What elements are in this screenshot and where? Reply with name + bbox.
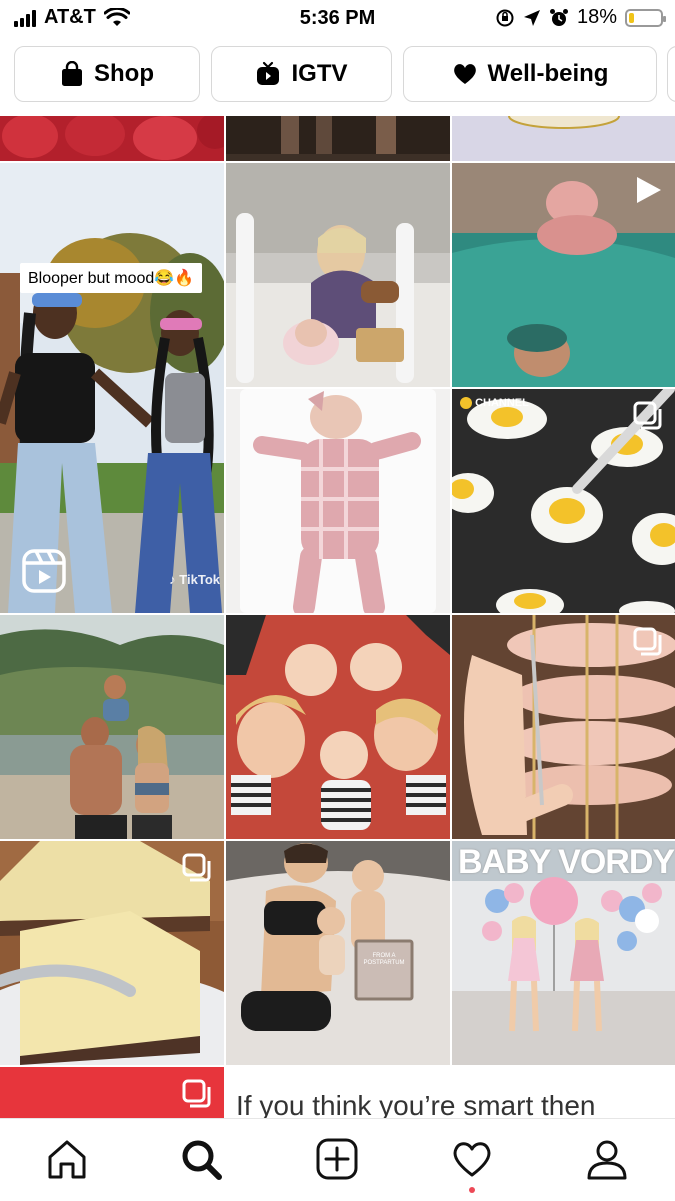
grid-tile-birth-video[interactable] [452,163,675,387]
notification-dot [469,1187,475,1193]
profile-icon [587,1140,627,1180]
reels-icon [22,549,66,593]
channel-logo-icon [460,397,472,410]
bottom-tab-bar [0,1118,675,1201]
video-play-icon [637,177,661,203]
explore-grid: Blooper but mood😂🔥 ♪ TikTok CHANNEL FROM… [0,116,675,1118]
activity-heart-icon [453,1142,491,1177]
channel-label: CHANNEL [475,397,529,409]
alarm-icon [549,8,568,26]
grid-tile-family-lake[interactable] [0,615,224,839]
battery-fill [629,12,634,23]
home-icon [48,1140,86,1179]
tab-home[interactable] [43,1135,91,1183]
grid-tile-gender-reveal[interactable]: BABY VORDY [452,841,675,1065]
tile-image [452,116,675,161]
chip-igtv[interactable]: IGTV [211,46,392,102]
tab-new-post[interactable] [313,1135,361,1183]
carousel-icon [182,853,211,882]
tile-image [226,163,450,387]
chip-next-partial[interactable] [667,46,675,102]
search-icon [182,1140,222,1180]
battery-percent: 18% [576,6,617,28]
letter-board-sign: FROM A POSTPARTUM [363,953,405,966]
grid-tile-postpartum[interactable]: FROM A POSTPARTUM [226,841,450,1065]
tile-image [226,116,450,161]
chip-label: Shop [94,60,154,87]
grid-tile-hospital-mom[interactable] [226,163,450,387]
status-bar: AT&T 5:36 PM 18% [0,0,675,38]
banner-text: BABY VORDY [458,843,675,881]
battery-icon [625,8,666,27]
chip-label: IGTV [291,60,348,87]
grid-tile-newborn[interactable] [226,389,450,613]
carousel-icon [633,401,662,430]
watermark-label: TikTok [179,572,220,587]
carousel-icon [182,1079,211,1108]
tiktok-watermark: ♪ TikTok [169,572,220,587]
grid-tile-chicken[interactable] [452,615,675,839]
chip-label: Well-being [487,60,609,87]
tile-image [226,615,450,839]
grid-tile-legs[interactable] [226,116,450,161]
grid-tile-egg-candy[interactable]: CHANNEL [452,389,675,613]
tiktok-logo-icon: ♪ [169,572,176,587]
grid-tile-strawberries[interactable] [0,116,224,161]
chip-shop[interactable]: Shop [14,46,200,102]
grid-tile-cheesecake[interactable] [0,841,224,1065]
tab-search[interactable] [177,1135,225,1183]
grid-tile-red-card[interactable] [0,1067,224,1118]
status-right: 18% [495,6,666,29]
igtv-icon [257,61,280,85]
tile-image [226,389,450,613]
orientation-lock-icon [496,9,514,26]
grid-tile-dance-video[interactable]: Blooper but mood😂🔥 ♪ TikTok [0,163,224,613]
tile-image [0,615,224,839]
shopping-bag-icon [62,61,82,86]
grid-tile-plate[interactable] [452,116,675,161]
tile-image [226,841,450,1065]
channel-watermark: CHANNEL [460,397,529,410]
new-post-icon [316,1138,358,1180]
tab-activity[interactable] [448,1135,496,1183]
heart-icon [453,64,476,84]
carousel-icon [633,627,662,656]
video-caption: Blooper but mood😂🔥 [20,263,203,293]
tile-image [0,116,224,161]
grid-tile-family-red[interactable] [226,615,450,839]
tab-profile[interactable] [583,1135,631,1183]
chip-well-being[interactable]: Well-being [403,46,657,102]
tile-image [0,163,224,613]
location-arrow-icon [523,9,540,26]
topic-chips: Shop IGTV Well-being [0,46,675,106]
